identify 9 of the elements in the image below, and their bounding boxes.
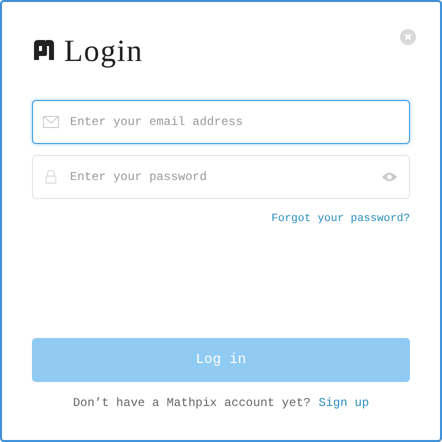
- lock-icon: [43, 170, 59, 184]
- forgot-password-link[interactable]: Forgot your password?: [271, 213, 410, 225]
- dialog-title: Login: [64, 33, 144, 69]
- eye-icon[interactable]: [381, 171, 398, 183]
- close-icon[interactable]: [400, 29, 416, 45]
- input-field[interactable]: Enter your email address: [32, 100, 410, 144]
- envelope-icon: [43, 115, 59, 129]
- sign-up-link[interactable]: Sign up: [318, 396, 370, 410]
- signup-prompt: Don’t have a Mathpix account yet?: [72, 396, 311, 410]
